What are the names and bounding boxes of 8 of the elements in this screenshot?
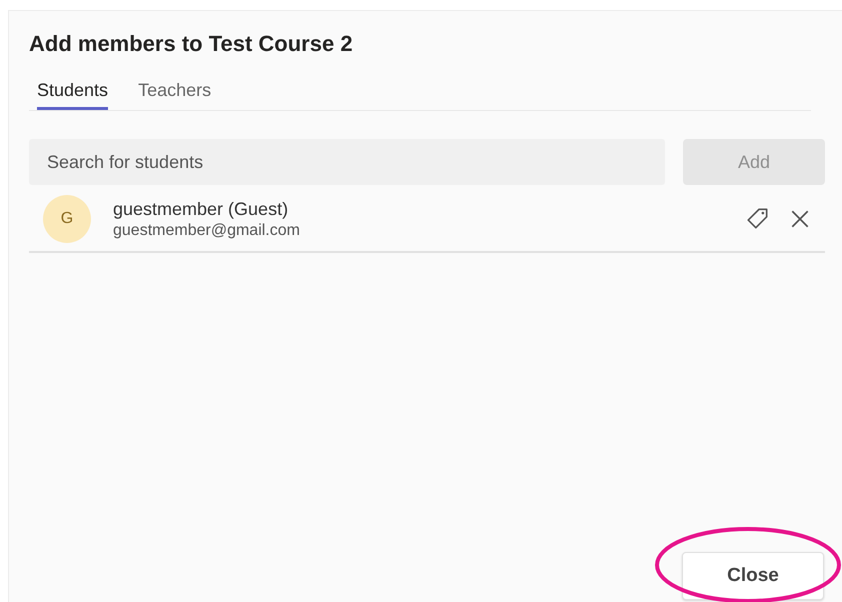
dialog-title: Add members to Test Course 2 xyxy=(29,31,354,58)
avatar: G xyxy=(43,195,91,244)
tab[interactable]: Students xyxy=(37,77,108,110)
search-field[interactable]: Search for students xyxy=(29,139,665,186)
tab[interactable]: Teachers xyxy=(138,77,212,110)
member-email: guestmember@gmail.com xyxy=(113,220,301,240)
member-name: guestmember (Guest) xyxy=(113,199,290,221)
close-button[interactable]: Close xyxy=(682,552,824,600)
